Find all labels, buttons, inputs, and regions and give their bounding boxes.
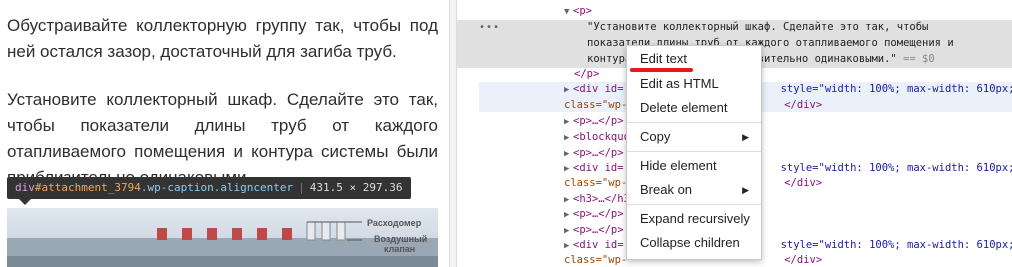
submenu-arrow-icon: ▶	[742, 185, 749, 195]
inspected-element-highlight: Расходомер Воздушный клапан	[7, 208, 438, 267]
dom-row-p[interactable]: ▶ <p>…</p>	[564, 222, 624, 238]
collapse-triangle-icon[interactable]: ▼	[564, 4, 573, 20]
inspect-tooltip: div#attachment_3794.wp-caption.aligncent…	[7, 177, 411, 205]
dom-row-p[interactable]: ▶ <p>…</p>	[564, 206, 624, 222]
menu-separator	[627, 204, 761, 205]
red-underline-annotation	[630, 68, 693, 72]
collector-image: Расходомер Воздушный клапан	[7, 208, 438, 267]
menu-item-expand-recursively[interactable]: Expand recursively	[627, 208, 761, 230]
paragraph-line: ней остался зазор, достаточный для загиб…	[7, 42, 397, 61]
menu-item-edit-text[interactable]: Edit text	[627, 48, 761, 70]
paragraph-line: Установите коллекторный шкаф. Сделайте э…	[7, 90, 438, 109]
paragraph-line: чтобы показатели длины труб от каждого	[7, 116, 438, 135]
menu-item-delete-element[interactable]: Delete element	[627, 97, 761, 119]
paragraph-collector-cabinet: Установите коллекторный шкаф. Сделайте э…	[7, 87, 438, 191]
paragraph-collector-group: Обустраивайте коллекторную группу так, ч…	[7, 13, 438, 65]
tooltip-separator: |	[298, 181, 305, 194]
label-flowmeter: Расходомер	[367, 218, 422, 228]
expand-triangle-icon[interactable]: ▶	[564, 114, 573, 130]
menu-item-break-on[interactable]: Break on ▶	[627, 179, 761, 201]
dom-text-line[interactable]: "Установите коллекторный шкаф. Сделайте …	[587, 19, 928, 35]
dom-row-p[interactable]: ▶ <p>…</p>	[564, 113, 624, 129]
context-menu: Edit text Edit as HTML Delete element Co…	[626, 45, 762, 260]
pane-divider[interactable]	[449, 0, 457, 267]
more-options-dots[interactable]: •••	[479, 22, 500, 33]
menu-item-collapse-children[interactable]: Collapse children	[627, 232, 761, 254]
dom-row-p-open[interactable]: ▼ <p>	[564, 3, 592, 19]
tooltip-id: #attachment_3794	[34, 181, 141, 194]
expand-triangle-icon[interactable]: ▶	[564, 207, 573, 223]
menu-item-edit-as-html[interactable]: Edit as HTML	[627, 73, 761, 95]
tooltip-classes: .wp-caption.aligncenter	[140, 181, 294, 194]
tooltip-dimensions: 431.5 × 297.36	[309, 181, 403, 194]
paragraph-line: отапливаемого помещения и контура систем…	[7, 142, 438, 161]
dom-row-p-close[interactable]: </p>	[574, 66, 599, 82]
article-pane: Обустраивайте коллекторную группу так, ч…	[0, 0, 449, 267]
console-ref: == $0	[903, 53, 935, 65]
paragraph-line: Обустраивайте коллекторную группу так, ч…	[7, 16, 438, 35]
expand-triangle-icon[interactable]: ▶	[564, 130, 573, 146]
menu-separator	[627, 151, 761, 152]
expand-triangle-icon[interactable]: ▶	[564, 82, 573, 98]
dom-row-p[interactable]: ▶ <p>…</p>	[564, 145, 624, 161]
tooltip-tag: div	[15, 181, 35, 194]
label-air-valve: Воздушный	[374, 234, 428, 244]
label-air-valve-2: клапан	[384, 244, 416, 254]
menu-separator	[627, 122, 761, 123]
menu-item-copy[interactable]: Copy ▶	[627, 126, 761, 148]
menu-item-hide-element[interactable]: Hide element	[627, 155, 761, 177]
submenu-arrow-icon: ▶	[742, 132, 749, 142]
